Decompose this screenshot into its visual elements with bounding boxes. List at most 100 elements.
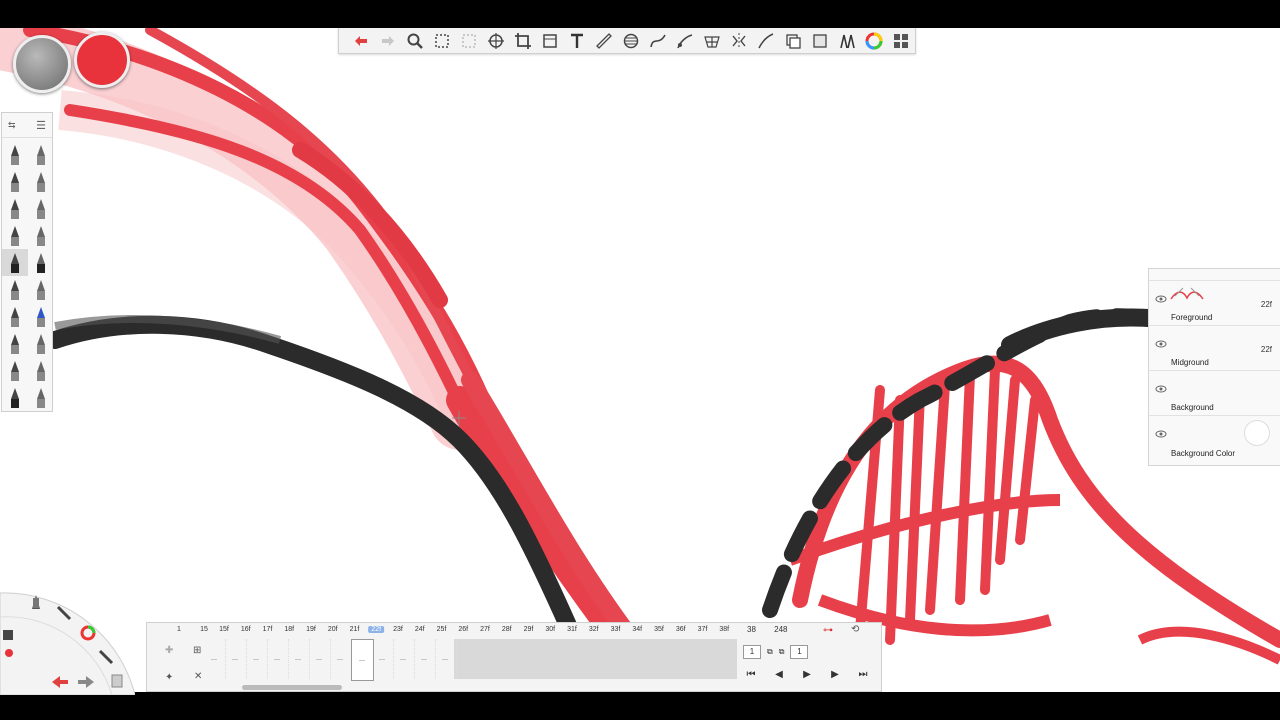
color-dot-icon[interactable] — [5, 649, 13, 657]
ruler-icon[interactable] — [590, 29, 617, 53]
eye-icon[interactable] — [1155, 295, 1167, 303]
frame-label[interactable]: 30f — [545, 626, 555, 633]
frame-cell[interactable] — [435, 639, 457, 679]
color-wheel-icon[interactable] — [860, 29, 887, 53]
frame-label[interactable]: 25f — [437, 626, 447, 633]
close-icon[interactable]: ✕ — [194, 671, 202, 682]
eraser-icon[interactable] — [3, 630, 13, 640]
brush-preset-icon[interactable] — [28, 330, 54, 357]
frame-label[interactable]: 36f — [676, 626, 686, 633]
layer-row-background-color[interactable]: Background Color — [1149, 416, 1280, 461]
brush-preset-icon[interactable] — [28, 168, 54, 195]
loop-icon[interactable]: ⟲ — [851, 624, 859, 635]
frame-label[interactable]: 17f — [263, 626, 273, 633]
frame-label[interactable]: 31f — [567, 626, 577, 633]
symmetry-icon[interactable] — [698, 29, 725, 53]
copic-icon[interactable] — [833, 29, 860, 53]
next-frame-icon[interactable]: ▶ — [825, 669, 845, 680]
layer-row-background[interactable]: Background — [1149, 371, 1280, 416]
frame-label[interactable]: 32f — [589, 626, 599, 633]
frame-label[interactable]: 16f — [241, 626, 251, 633]
sparkle-icon[interactable]: ✦ — [165, 672, 173, 683]
brush-preset-icon[interactable] — [2, 303, 28, 330]
drawing-canvas[interactable] — [0, 28, 1280, 692]
timeline-scrollbar[interactable] — [242, 685, 342, 690]
prev-frame-icon[interactable]: ◀ — [769, 669, 789, 680]
undo-icon[interactable] — [347, 29, 374, 53]
frame-cell[interactable] — [288, 639, 310, 679]
play-icon[interactable]: ▶ — [797, 669, 817, 680]
frame-label[interactable]: 33f — [611, 626, 621, 633]
brush-preset-icon[interactable] — [2, 168, 28, 195]
layer-row-foreground[interactable]: Foreground 22f — [1149, 281, 1280, 326]
text-icon[interactable] — [563, 29, 590, 53]
last-frame-icon[interactable]: ⏭ — [853, 669, 873, 680]
frame-label[interactable]: 23f — [393, 626, 403, 633]
hold-frames-select[interactable]: 1 — [743, 645, 761, 659]
canvas-icon[interactable] — [536, 29, 563, 53]
color-puck[interactable] — [74, 32, 130, 88]
brush-preset-icon[interactable] — [2, 195, 28, 222]
copy-icon[interactable] — [752, 29, 779, 53]
perspective-icon[interactable] — [671, 29, 698, 53]
background-color-swatch[interactable] — [1244, 420, 1270, 446]
step-select[interactable]: 1 — [790, 645, 809, 659]
flipbook-icon[interactable] — [887, 29, 914, 53]
brush-puck[interactable] — [13, 35, 71, 93]
frame-cell[interactable] — [393, 639, 415, 679]
transform-icon[interactable] — [482, 29, 509, 53]
frame-label[interactable]: 20f — [328, 626, 338, 633]
frame-label[interactable]: 34f — [632, 626, 642, 633]
zoom-icon[interactable] — [401, 29, 428, 53]
palette-menu-icon[interactable]: ☰ — [36, 119, 46, 132]
stroke-icon[interactable] — [725, 29, 752, 53]
frame-label[interactable]: 37f — [698, 626, 708, 633]
first-frame-icon[interactable]: ⏮ — [741, 669, 761, 680]
frame-cell[interactable] — [372, 639, 394, 679]
brush-preset-icon[interactable] — [28, 222, 54, 249]
brush-preset-icon[interactable] — [28, 276, 54, 303]
brush-preset-icon[interactable] — [2, 222, 28, 249]
frame-label[interactable]: 19f — [306, 626, 316, 633]
brush-preset-icon[interactable] — [28, 249, 54, 276]
eye-icon[interactable] — [1155, 430, 1167, 438]
brush-preset-icon[interactable] — [28, 357, 54, 384]
layer-editor-icon[interactable] — [779, 29, 806, 53]
french-curve-icon[interactable] — [644, 29, 671, 53]
brush-editor-icon[interactable] — [806, 29, 833, 53]
frame-cell[interactable] — [351, 639, 374, 681]
lagoon-copy-icon[interactable] — [111, 674, 123, 688]
brush-preset-icon[interactable] — [2, 357, 28, 384]
brush-preset-icon[interactable] — [2, 249, 28, 276]
select-lasso-icon[interactable] — [455, 29, 482, 53]
frame-cell[interactable] — [246, 639, 268, 679]
frame-cell[interactable] — [267, 639, 289, 679]
add-key-icon[interactable]: ✚ — [165, 645, 173, 656]
crop-icon[interactable] — [509, 29, 536, 53]
frame-label[interactable]: 18f — [284, 626, 294, 633]
redo-icon[interactable] — [374, 29, 401, 53]
brush-preset-icon[interactable] — [28, 141, 54, 168]
duplicate-frame-icon[interactable]: ⧉ — [767, 647, 773, 657]
brush-preset-icon[interactable] — [28, 384, 54, 411]
new-frame-icon[interactable]: ⊞ — [193, 645, 201, 656]
frame-label[interactable]: 38f — [719, 626, 729, 633]
frame-label[interactable]: 35f — [654, 626, 664, 633]
frame-label[interactable]: 24f — [415, 626, 425, 633]
frame-label[interactable]: 28f — [502, 626, 512, 633]
frame-label[interactable]: 27f — [480, 626, 490, 633]
select-rect-icon[interactable] — [428, 29, 455, 53]
frame-strip[interactable] — [204, 639, 737, 681]
frame-cell[interactable] — [309, 639, 331, 679]
brush-preset-icon[interactable] — [2, 141, 28, 168]
onion-skin-icon[interactable]: ⊶ — [823, 625, 833, 636]
brush-preset-icon[interactable] — [2, 276, 28, 303]
frame-label[interactable]: 26f — [458, 626, 468, 633]
frame-ruler[interactable]: 1 15 15f 16f 17f 18f 19f 20f 21f 22f 23f 24f 25f 26… — [147, 623, 737, 637]
frame-cell[interactable] — [330, 639, 352, 679]
brush-preset-icon[interactable] — [28, 303, 54, 330]
frame-cell[interactable] — [414, 639, 436, 679]
brush-preset-icon[interactable] — [2, 384, 28, 411]
eye-icon[interactable] — [1155, 385, 1167, 393]
frame-cell[interactable] — [225, 639, 247, 679]
